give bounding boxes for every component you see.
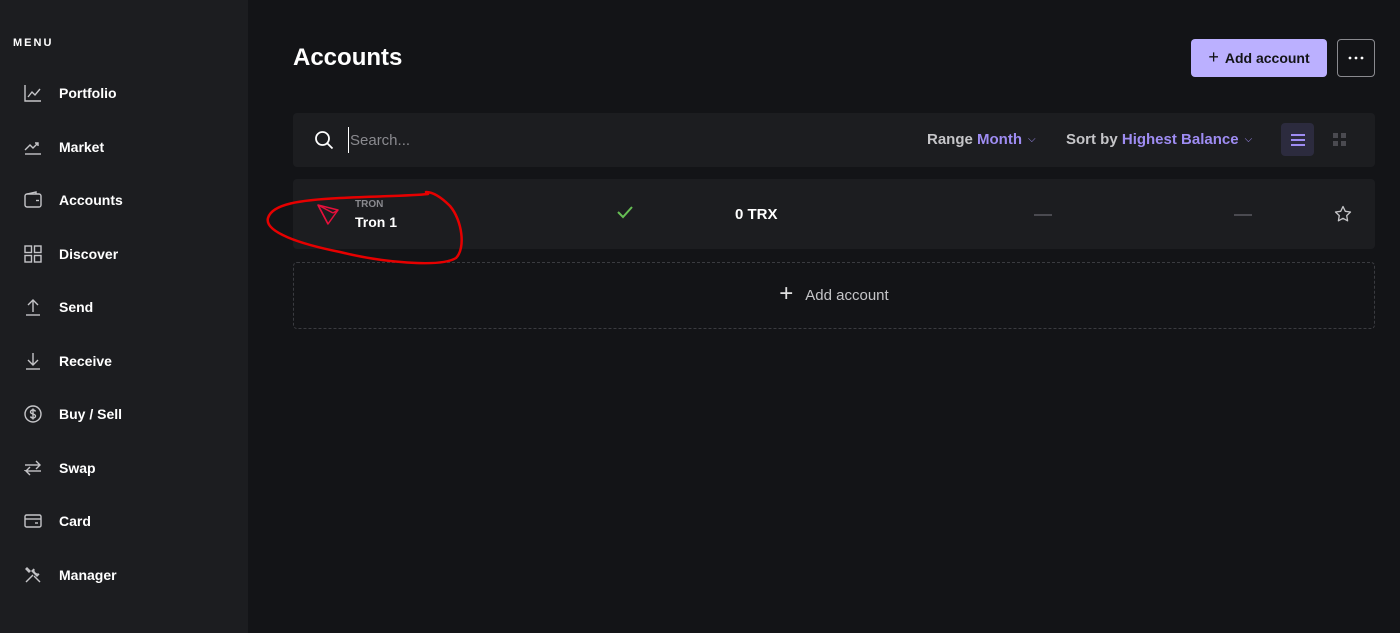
swap-arrows-icon xyxy=(24,459,42,477)
variation-placeholder xyxy=(1234,214,1252,216)
plus-icon: + xyxy=(779,280,794,307)
sidebar-item-label: Market xyxy=(59,139,105,155)
arrow-up-icon xyxy=(24,298,42,316)
card-icon xyxy=(24,512,42,530)
sidebar-item-accounts[interactable]: Accounts xyxy=(0,180,248,220)
add-account-row-label: Add account xyxy=(805,287,889,304)
sidebar-item-label: Manager xyxy=(59,567,117,583)
sidebar-item-label: Portfolio xyxy=(59,85,117,101)
grid-view-toggle[interactable] xyxy=(1323,123,1356,156)
grid-icon xyxy=(24,245,42,263)
arrow-down-icon xyxy=(24,352,42,370)
countervalue-placeholder xyxy=(1034,214,1052,216)
wallet-icon xyxy=(24,191,42,209)
account-name: Tron 1 xyxy=(355,214,398,230)
sidebar-item-label: Accounts xyxy=(59,192,123,208)
account-row[interactable]: TRON Tron 1 0 TRX xyxy=(293,179,1375,249)
check-icon xyxy=(617,206,633,219)
sidebar-item-manager[interactable]: Manager xyxy=(0,555,248,595)
sidebar-item-label: Swap xyxy=(59,460,96,476)
tron-logo-icon xyxy=(317,204,339,225)
grid-view-icon xyxy=(1333,133,1346,146)
account-currency: TRON xyxy=(355,199,384,210)
star-icon[interactable] xyxy=(1334,205,1352,223)
dollar-circle-icon xyxy=(24,405,42,423)
tools-icon xyxy=(24,566,42,584)
list-view-toggle[interactable] xyxy=(1281,123,1314,156)
sidebar-item-card[interactable]: Card xyxy=(0,501,248,541)
plus-icon: + xyxy=(1208,47,1219,67)
sort-label: Sort by xyxy=(1066,131,1118,148)
add-account-button[interactable]: + Add account xyxy=(1191,39,1327,77)
sidebar-item-market[interactable]: Market xyxy=(0,127,248,167)
sidebar-item-label: Receive xyxy=(59,353,112,369)
page-title: Accounts xyxy=(293,44,403,71)
sidebar-item-swap[interactable]: Swap xyxy=(0,448,248,488)
chart-line-icon xyxy=(24,84,42,102)
sort-value: Highest Balance xyxy=(1121,131,1239,148)
chevron-down-icon: ⌵ xyxy=(1244,134,1253,145)
menu-title: MENU xyxy=(13,37,54,49)
sidebar-item-discover[interactable]: Discover xyxy=(0,234,248,274)
sidebar-item-buy-sell[interactable]: Buy / Sell xyxy=(0,394,248,434)
app: MENU Portfolio Market Accounts Discover xyxy=(0,0,1400,633)
chevron-down-icon: ⌵ xyxy=(1028,134,1036,145)
add-account-label: Add account xyxy=(1224,50,1310,66)
sidebar-item-label: Buy / Sell xyxy=(59,406,123,422)
sidebar-item-label: Send xyxy=(59,299,94,315)
market-trend-icon xyxy=(24,138,42,156)
sort-dropdown[interactable]: Sort by Highest Balance ⌵ xyxy=(1066,131,1252,148)
range-value: Month xyxy=(977,131,1022,148)
sidebar-item-label: Card xyxy=(59,513,91,529)
account-balance: 0 TRX xyxy=(735,206,778,223)
ellipsis-icon xyxy=(1348,56,1364,60)
accounts-toolbar: Range Month ⌵ Sort by Highest Balance ⌵ xyxy=(293,113,1375,167)
range-dropdown[interactable]: Range Month ⌵ xyxy=(927,131,1036,148)
sidebar-item-portfolio[interactable]: Portfolio xyxy=(0,73,248,113)
list-icon xyxy=(1290,133,1305,146)
sidebar: MENU Portfolio Market Accounts Discover xyxy=(0,0,248,633)
sidebar-item-receive[interactable]: Receive xyxy=(0,341,248,381)
sidebar-item-send[interactable]: Send xyxy=(0,287,248,327)
add-account-row-button[interactable]: + Add account xyxy=(293,262,1375,329)
more-options-button[interactable] xyxy=(1337,39,1375,77)
range-label: Range xyxy=(927,131,973,148)
search-input[interactable] xyxy=(348,127,868,153)
search-icon xyxy=(315,131,334,150)
sidebar-item-label: Discover xyxy=(59,246,119,262)
